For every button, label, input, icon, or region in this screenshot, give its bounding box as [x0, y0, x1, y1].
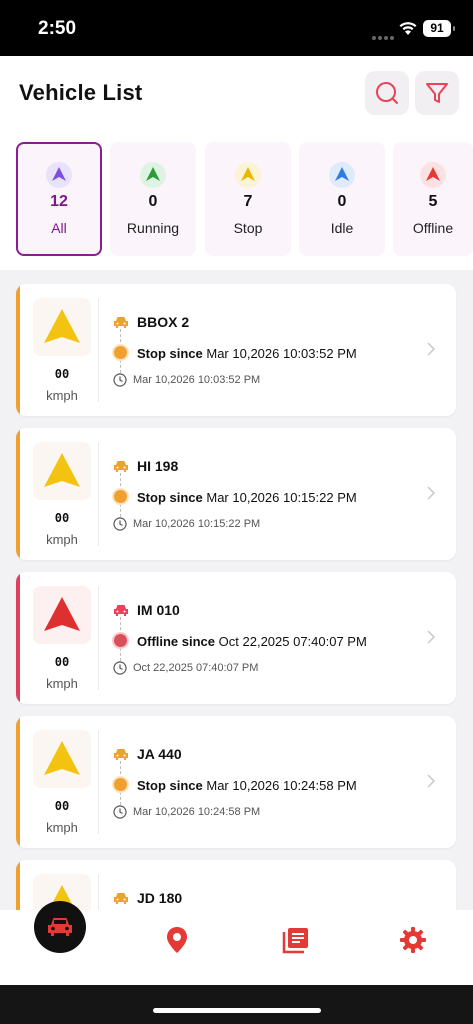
home-indicator-area: [0, 985, 473, 1024]
filter-icon: [426, 83, 448, 103]
divider: [98, 586, 99, 690]
car-icon: [114, 749, 128, 760]
filter-button[interactable]: [415, 71, 459, 115]
last-updated: Mar 10,2026 10:24:58 PM: [133, 806, 261, 818]
tab-label: Stop: [233, 220, 263, 236]
car-icon: [114, 461, 128, 472]
vehicle-direction-icon: [33, 586, 91, 644]
vehicle-direction-icon: [33, 730, 91, 788]
clock-icon: [113, 661, 127, 675]
status-text: Offline since Oct 22,2025 07:40:07 PM: [137, 634, 367, 649]
tab-running[interactable]: 0 Running: [110, 142, 196, 256]
tab-all[interactable]: 12 All: [16, 142, 102, 256]
status-dot: [114, 346, 127, 359]
status-text: Stop since Mar 10,2026 10:24:58 PM: [137, 778, 357, 793]
vehicle-plate: JA 440: [137, 746, 182, 762]
vehicle-plate: JD 180: [137, 890, 183, 906]
speed-unit: kmph: [46, 676, 78, 691]
settings-icon[interactable]: [399, 926, 427, 954]
clock-icon: [113, 805, 127, 819]
speed-unit: kmph: [46, 388, 78, 403]
divider: [98, 298, 99, 402]
tab-label: All: [51, 220, 67, 236]
tab-stop[interactable]: 7 Stop: [205, 142, 291, 256]
tab-label: Offline: [412, 220, 454, 236]
tab-label: Running: [126, 220, 180, 236]
status-stripe: [16, 572, 20, 704]
battery-indicator: 91: [423, 20, 455, 37]
car-icon: [114, 605, 128, 616]
chevron-right-icon: [427, 342, 436, 356]
tab-label: Idle: [330, 220, 354, 236]
tab-offline[interactable]: 5 Offline: [393, 142, 473, 256]
status-text: Stop since Mar 10,2026 10:15:22 PM: [137, 490, 357, 505]
reports-icon[interactable]: [282, 926, 310, 954]
tab-count: 7: [243, 193, 253, 210]
tab-idle[interactable]: 0 Idle: [299, 142, 385, 256]
running-status-icon: [140, 162, 166, 188]
status-text: Stop since Mar 10,2026 10:03:52 PM: [137, 346, 357, 361]
search-button[interactable]: [365, 71, 409, 115]
clock-icon: [113, 373, 127, 387]
all-status-icon: [46, 162, 72, 188]
speed-unit: kmph: [46, 532, 78, 547]
vehicle-card[interactable]: 00 kmph BBOX 2 Stop since Mar 10,2026 10…: [16, 284, 456, 416]
status-dot: [114, 490, 127, 503]
header: Vehicle List 12 All 0 Running 7 Stop 0 I…: [0, 56, 473, 270]
car-icon: [114, 317, 128, 328]
clock-icon: [113, 517, 127, 531]
tab-count: 0: [337, 193, 347, 210]
signal-icon: [372, 27, 396, 40]
vehicle-card[interactable]: 00 kmph JA 440 Stop since Mar 10,2026 10…: [16, 716, 456, 848]
status-stripe: [16, 716, 20, 848]
speed-value: 00: [54, 511, 70, 525]
divider: [98, 442, 99, 546]
vehicle-plate: BBOX 2: [137, 314, 190, 330]
status-time: 2:50: [38, 18, 77, 39]
tab-count: 0: [148, 193, 158, 210]
status-dot: [114, 778, 127, 791]
status-dot: [114, 634, 127, 647]
vehicle-direction-icon: [33, 298, 91, 356]
car-icon: [48, 918, 72, 936]
wifi-icon: [399, 22, 417, 35]
speed-value: 00: [54, 799, 70, 813]
vehicle-direction-icon: [33, 442, 91, 500]
page-title: Vehicle List: [19, 80, 143, 105]
speed-value: 00: [54, 367, 70, 381]
chevron-right-icon: [427, 774, 436, 788]
last-updated: Mar 10,2026 10:15:22 PM: [133, 518, 261, 530]
chevron-right-icon: [427, 630, 436, 644]
last-updated: Mar 10,2026 10:03:52 PM: [133, 374, 261, 386]
vehicle-plate: IM 010: [137, 602, 180, 618]
last-updated: Oct 22,2025 07:40:07 PM: [133, 662, 259, 674]
vehicles-nav-button[interactable]: [34, 901, 86, 953]
search-icon: [376, 82, 398, 104]
status-bar: 2:50 91: [0, 0, 473, 56]
speed-value: 00: [54, 655, 70, 669]
tab-count: 12: [50, 193, 68, 210]
divider: [98, 730, 99, 834]
vehicle-plate: HI 198: [137, 458, 179, 474]
map-pin-icon[interactable]: [165, 926, 189, 954]
vehicle-card[interactable]: 00 kmph HI 198 Stop since Mar 10,2026 10…: [16, 428, 456, 560]
idle-status-icon: [329, 162, 355, 188]
vehicle-card[interactable]: 00 kmph IM 010 Offline since Oct 22,2025…: [16, 572, 456, 704]
stop-status-icon: [235, 162, 261, 188]
speed-unit: kmph: [46, 820, 78, 835]
chevron-right-icon: [427, 486, 436, 500]
status-stripe: [16, 428, 20, 560]
status-stripe: [16, 284, 20, 416]
active-nav-notch: [0, 890, 130, 970]
offline-status-icon: [420, 162, 446, 188]
home-indicator[interactable]: [153, 1008, 321, 1013]
status-tabs: 12 All 0 Running 7 Stop 0 Idle 5 Offline: [16, 142, 473, 256]
tab-count: 5: [428, 193, 438, 210]
